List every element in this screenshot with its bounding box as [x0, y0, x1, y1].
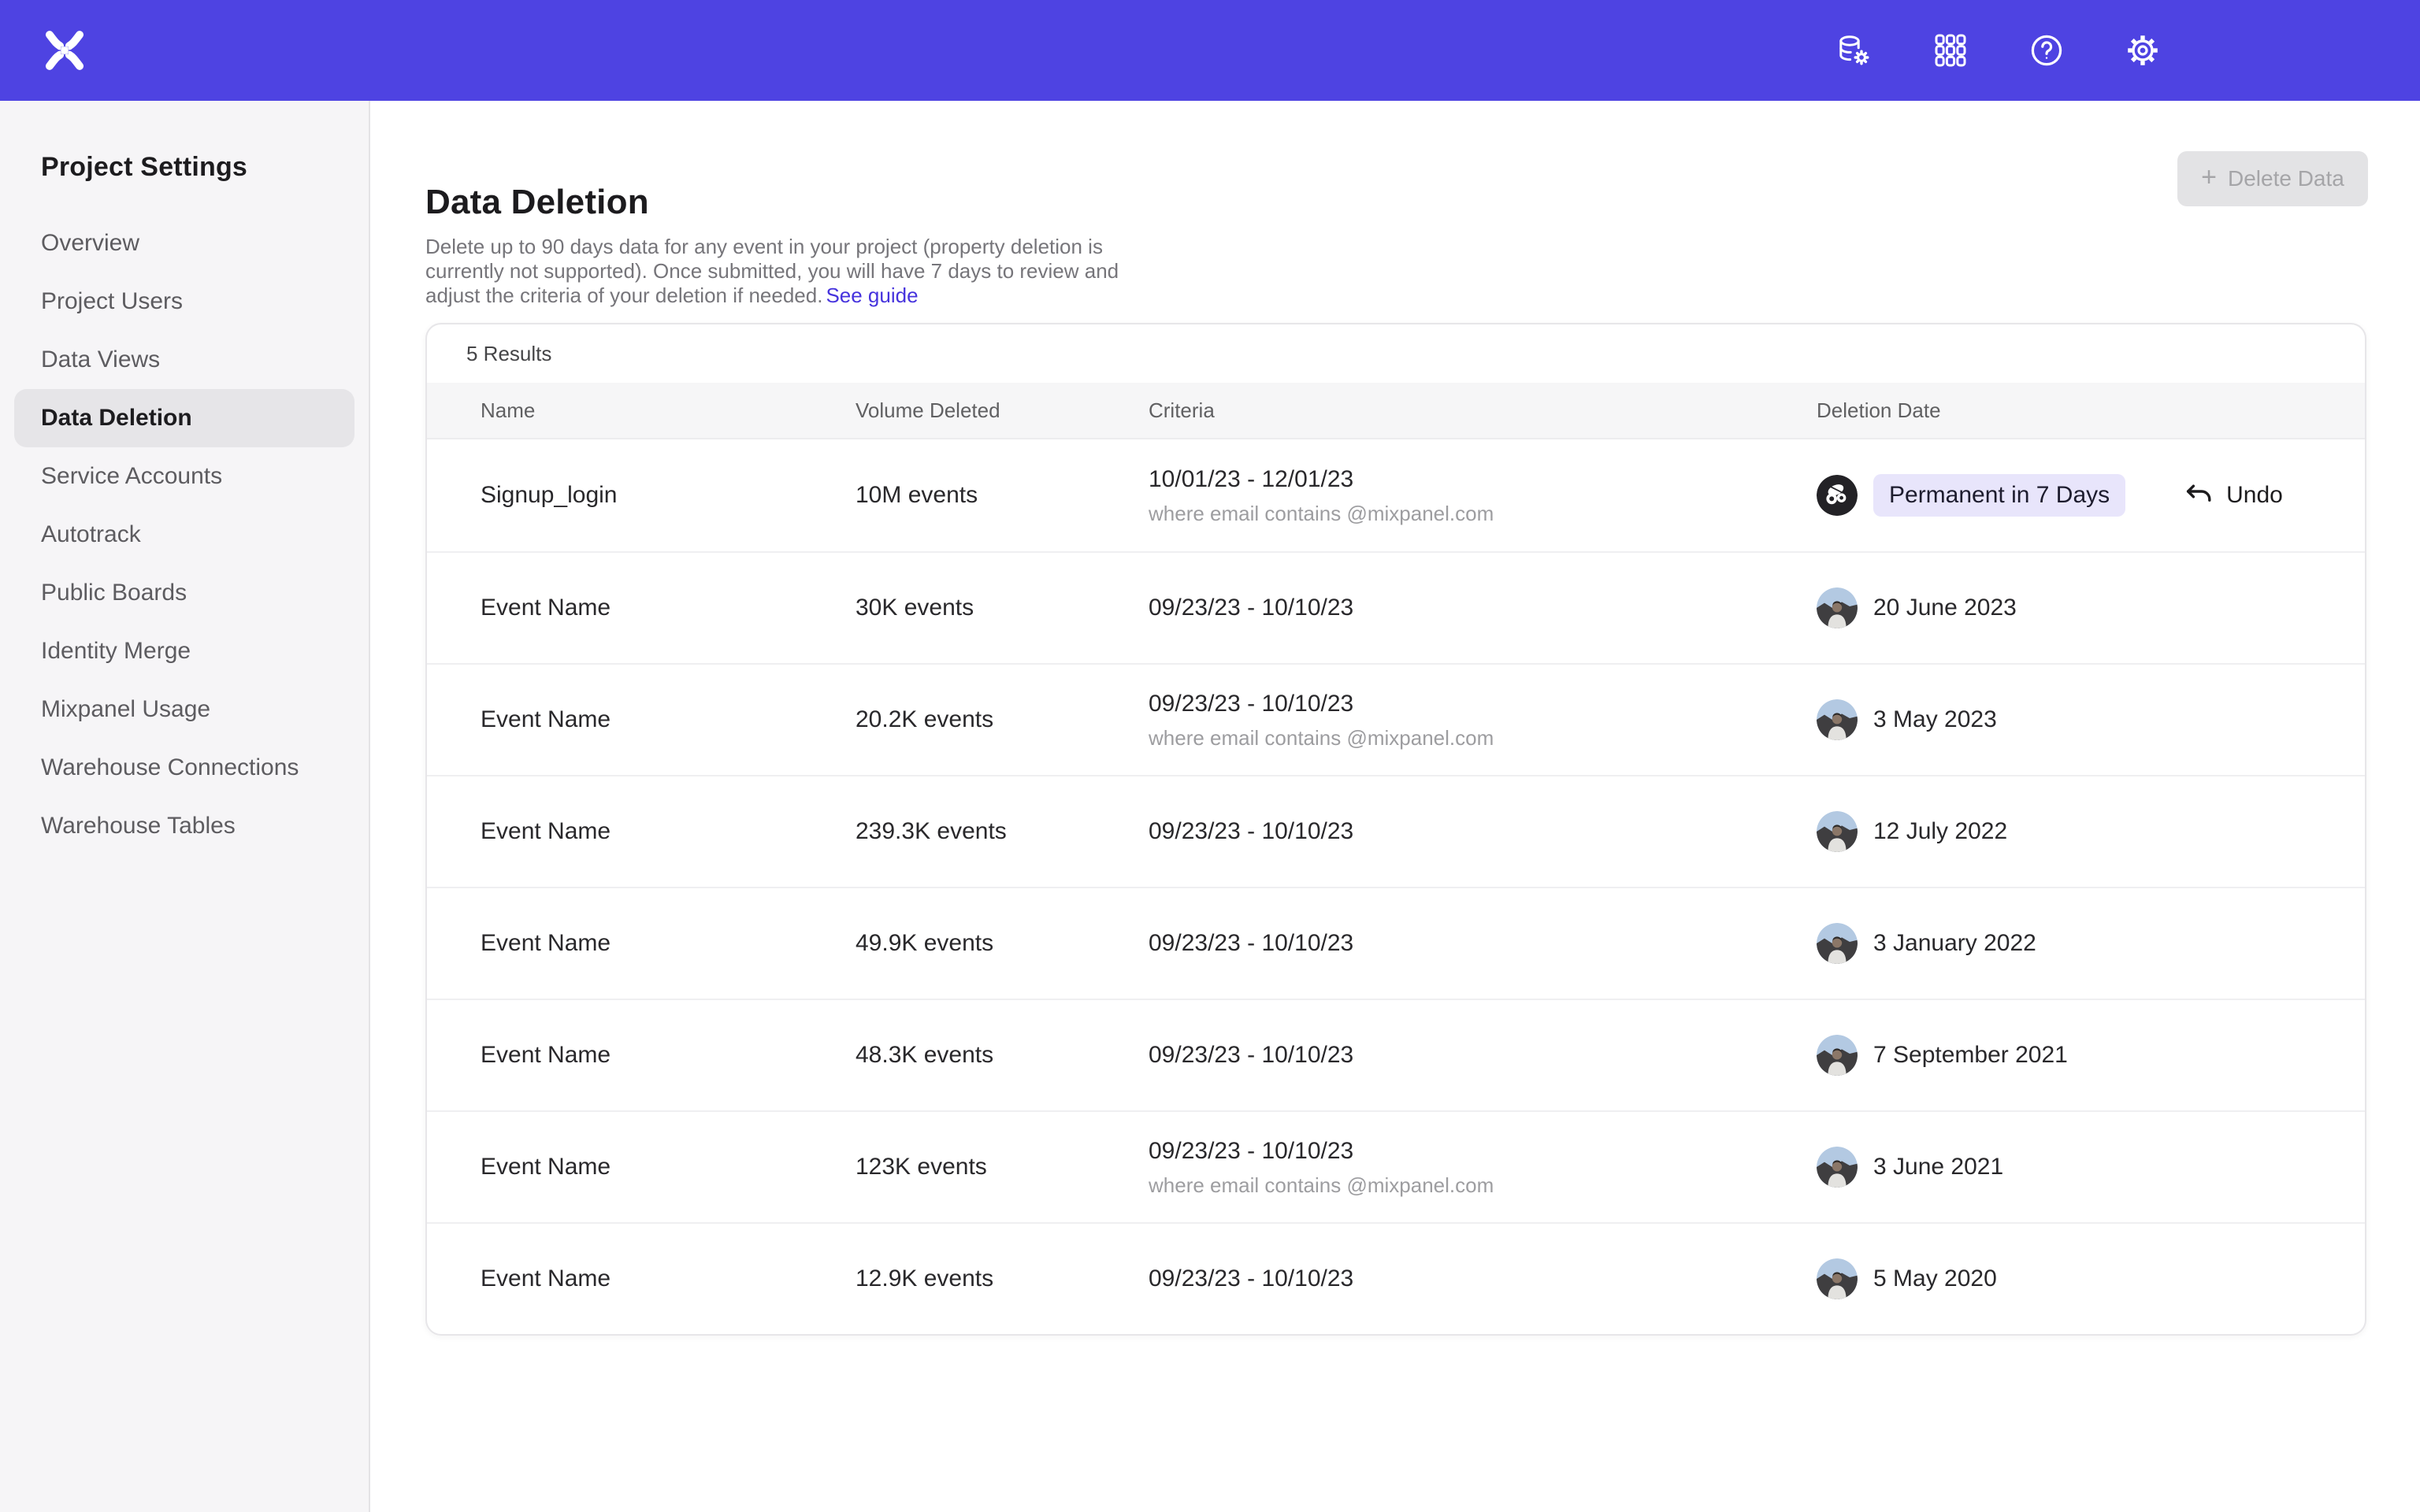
- table-row: Event Name 123K events 09/23/23 - 10/10/…: [427, 1110, 2365, 1222]
- table-row: Event Name 12.9K events 09/23/23 - 10/10…: [427, 1222, 2365, 1334]
- avatar: [1817, 1147, 1858, 1188]
- page-title: Data Deletion: [425, 183, 2420, 222]
- cell-name: Event Name: [481, 1154, 856, 1180]
- cell-name: Event Name: [481, 1042, 856, 1069]
- data-management-icon[interactable]: [1835, 32, 1873, 69]
- cell-volume: 20.2K events: [856, 706, 1149, 733]
- avatar: [1817, 1035, 1858, 1076]
- apps-grid-icon[interactable]: [1932, 32, 1969, 69]
- table-header-row: Name Volume Deleted Criteria Deletion Da…: [427, 383, 2365, 439]
- cell-name: Event Name: [481, 930, 856, 957]
- cell-deletion-date: 12 July 2022: [1817, 811, 2327, 852]
- deletion-date-text: 3 January 2022: [1873, 930, 2036, 957]
- sidebar-title: Project Settings: [41, 148, 369, 186]
- avatar: [1817, 1258, 1858, 1299]
- avatar: [1817, 699, 1858, 740]
- page-description: Delete up to 90 days data for any event …: [425, 235, 1122, 308]
- main-content: Data Deletion Delete up to 90 days data …: [370, 101, 2420, 1512]
- plus-icon: +: [2201, 164, 2217, 191]
- cell-volume: 123K events: [856, 1154, 1149, 1180]
- page-header: Data Deletion Delete up to 90 days data …: [425, 183, 2420, 272]
- avatar: [1817, 475, 1858, 516]
- table-row: Event Name 49.9K events 09/23/23 - 10/10…: [427, 887, 2365, 999]
- deletion-date-text: 3 May 2023: [1873, 706, 1997, 733]
- cell-volume: 10M events: [856, 482, 1149, 509]
- sidebar: Project Settings Overview Project Users …: [0, 101, 370, 1512]
- column-header-deletion-date: Deletion Date: [1817, 398, 2327, 423]
- deletion-date-text: 20 June 2023: [1873, 595, 2017, 621]
- cell-volume: 12.9K events: [856, 1266, 1149, 1292]
- mixpanel-logo[interactable]: [44, 30, 85, 71]
- table-row: Event Name 239.3K events 09/23/23 - 10/1…: [427, 775, 2365, 887]
- cell-deletion-date: 3 June 2021: [1817, 1147, 2327, 1188]
- column-header-name: Name: [481, 398, 856, 423]
- cell-name: Event Name: [481, 595, 856, 621]
- cell-volume: 30K events: [856, 595, 1149, 621]
- avatar: [1817, 587, 1858, 628]
- topbar-icon-group: [1835, 32, 2420, 69]
- avatar: [1817, 811, 1858, 852]
- cell-criteria: 09/23/23 - 10/10/23: [1149, 591, 1817, 624]
- table-row: Signup_login 10M events 10/01/23 - 12/01…: [427, 439, 2365, 551]
- table-row: Event Name 48.3K events 09/23/23 - 10/10…: [427, 999, 2365, 1110]
- results-count: 5 Results: [427, 324, 2365, 383]
- cell-criteria: 09/23/23 - 10/10/23: [1149, 1039, 1817, 1072]
- cell-name: Signup_login: [481, 482, 856, 509]
- sidebar-item-project-users[interactable]: Project Users: [14, 272, 354, 331]
- delete-data-button[interactable]: + Delete Data: [2177, 151, 2368, 206]
- sidebar-item-service-accounts[interactable]: Service Accounts: [14, 447, 354, 506]
- undo-icon: [2185, 484, 2212, 507]
- topbar: [0, 0, 2420, 101]
- sidebar-item-warehouse-connections[interactable]: Warehouse Connections: [14, 739, 354, 797]
- table-row: Event Name 30K events 09/23/23 - 10/10/2…: [427, 551, 2365, 663]
- avatar: [1817, 923, 1858, 964]
- settings-gear-icon[interactable]: [2124, 32, 2162, 69]
- table-row: Event Name 20.2K events 09/23/23 - 10/10…: [427, 663, 2365, 775]
- deletion-date-text: 3 June 2021: [1873, 1154, 2003, 1180]
- cell-name: Event Name: [481, 1266, 856, 1292]
- cell-name: Event Name: [481, 818, 856, 845]
- sidebar-item-data-views[interactable]: Data Views: [14, 331, 354, 389]
- deletion-table-card: 5 Results Name Volume Deleted Criteria D…: [425, 323, 2366, 1336]
- sidebar-nav: Overview Project Users Data Views Data D…: [0, 214, 369, 855]
- cell-criteria: 09/23/23 - 10/10/23: [1149, 815, 1817, 848]
- sidebar-item-autotrack[interactable]: Autotrack: [14, 506, 354, 564]
- sidebar-item-public-boards[interactable]: Public Boards: [14, 564, 354, 622]
- cell-criteria: 09/23/23 - 10/10/23: [1149, 927, 1817, 960]
- cell-criteria: 09/23/23 - 10/10/23: [1149, 1262, 1817, 1295]
- cell-deletion-date: 3 January 2022: [1817, 923, 2327, 964]
- cell-volume: 49.9K events: [856, 930, 1149, 957]
- sidebar-item-overview[interactable]: Overview: [14, 214, 354, 272]
- sidebar-item-data-deletion[interactable]: Data Deletion: [14, 389, 354, 447]
- cell-deletion-date: 5 May 2020: [1817, 1258, 2327, 1299]
- cell-volume: 48.3K events: [856, 1042, 1149, 1069]
- status-badge: Permanent in 7 Days: [1873, 474, 2125, 517]
- deletion-date-text: 7 September 2021: [1873, 1042, 2068, 1069]
- cell-name: Event Name: [481, 706, 856, 733]
- undo-button[interactable]: Undo: [2185, 482, 2283, 509]
- sidebar-item-warehouse-tables[interactable]: Warehouse Tables: [14, 797, 354, 855]
- cell-deletion-date: Permanent in 7 Days Undo: [1817, 474, 2327, 517]
- sidebar-item-mixpanel-usage[interactable]: Mixpanel Usage: [14, 680, 354, 739]
- cell-criteria: 09/23/23 - 10/10/23 where email contains…: [1149, 1135, 1817, 1199]
- cell-deletion-date: 7 September 2021: [1817, 1035, 2327, 1076]
- deletion-date-text: 5 May 2020: [1873, 1266, 1997, 1292]
- see-guide-link[interactable]: See guide: [826, 284, 918, 307]
- help-icon[interactable]: [2028, 32, 2066, 69]
- cell-deletion-date: 20 June 2023: [1817, 587, 2327, 628]
- deletion-date-text: 12 July 2022: [1873, 818, 2007, 845]
- cell-criteria: 10/01/23 - 12/01/23 where email contains…: [1149, 463, 1817, 528]
- column-header-volume: Volume Deleted: [856, 398, 1149, 423]
- column-header-criteria: Criteria: [1149, 398, 1817, 423]
- cell-deletion-date: 3 May 2023: [1817, 699, 2327, 740]
- cell-criteria: 09/23/23 - 10/10/23 where email contains…: [1149, 687, 1817, 752]
- sidebar-item-identity-merge[interactable]: Identity Merge: [14, 622, 354, 680]
- cell-volume: 239.3K events: [856, 818, 1149, 845]
